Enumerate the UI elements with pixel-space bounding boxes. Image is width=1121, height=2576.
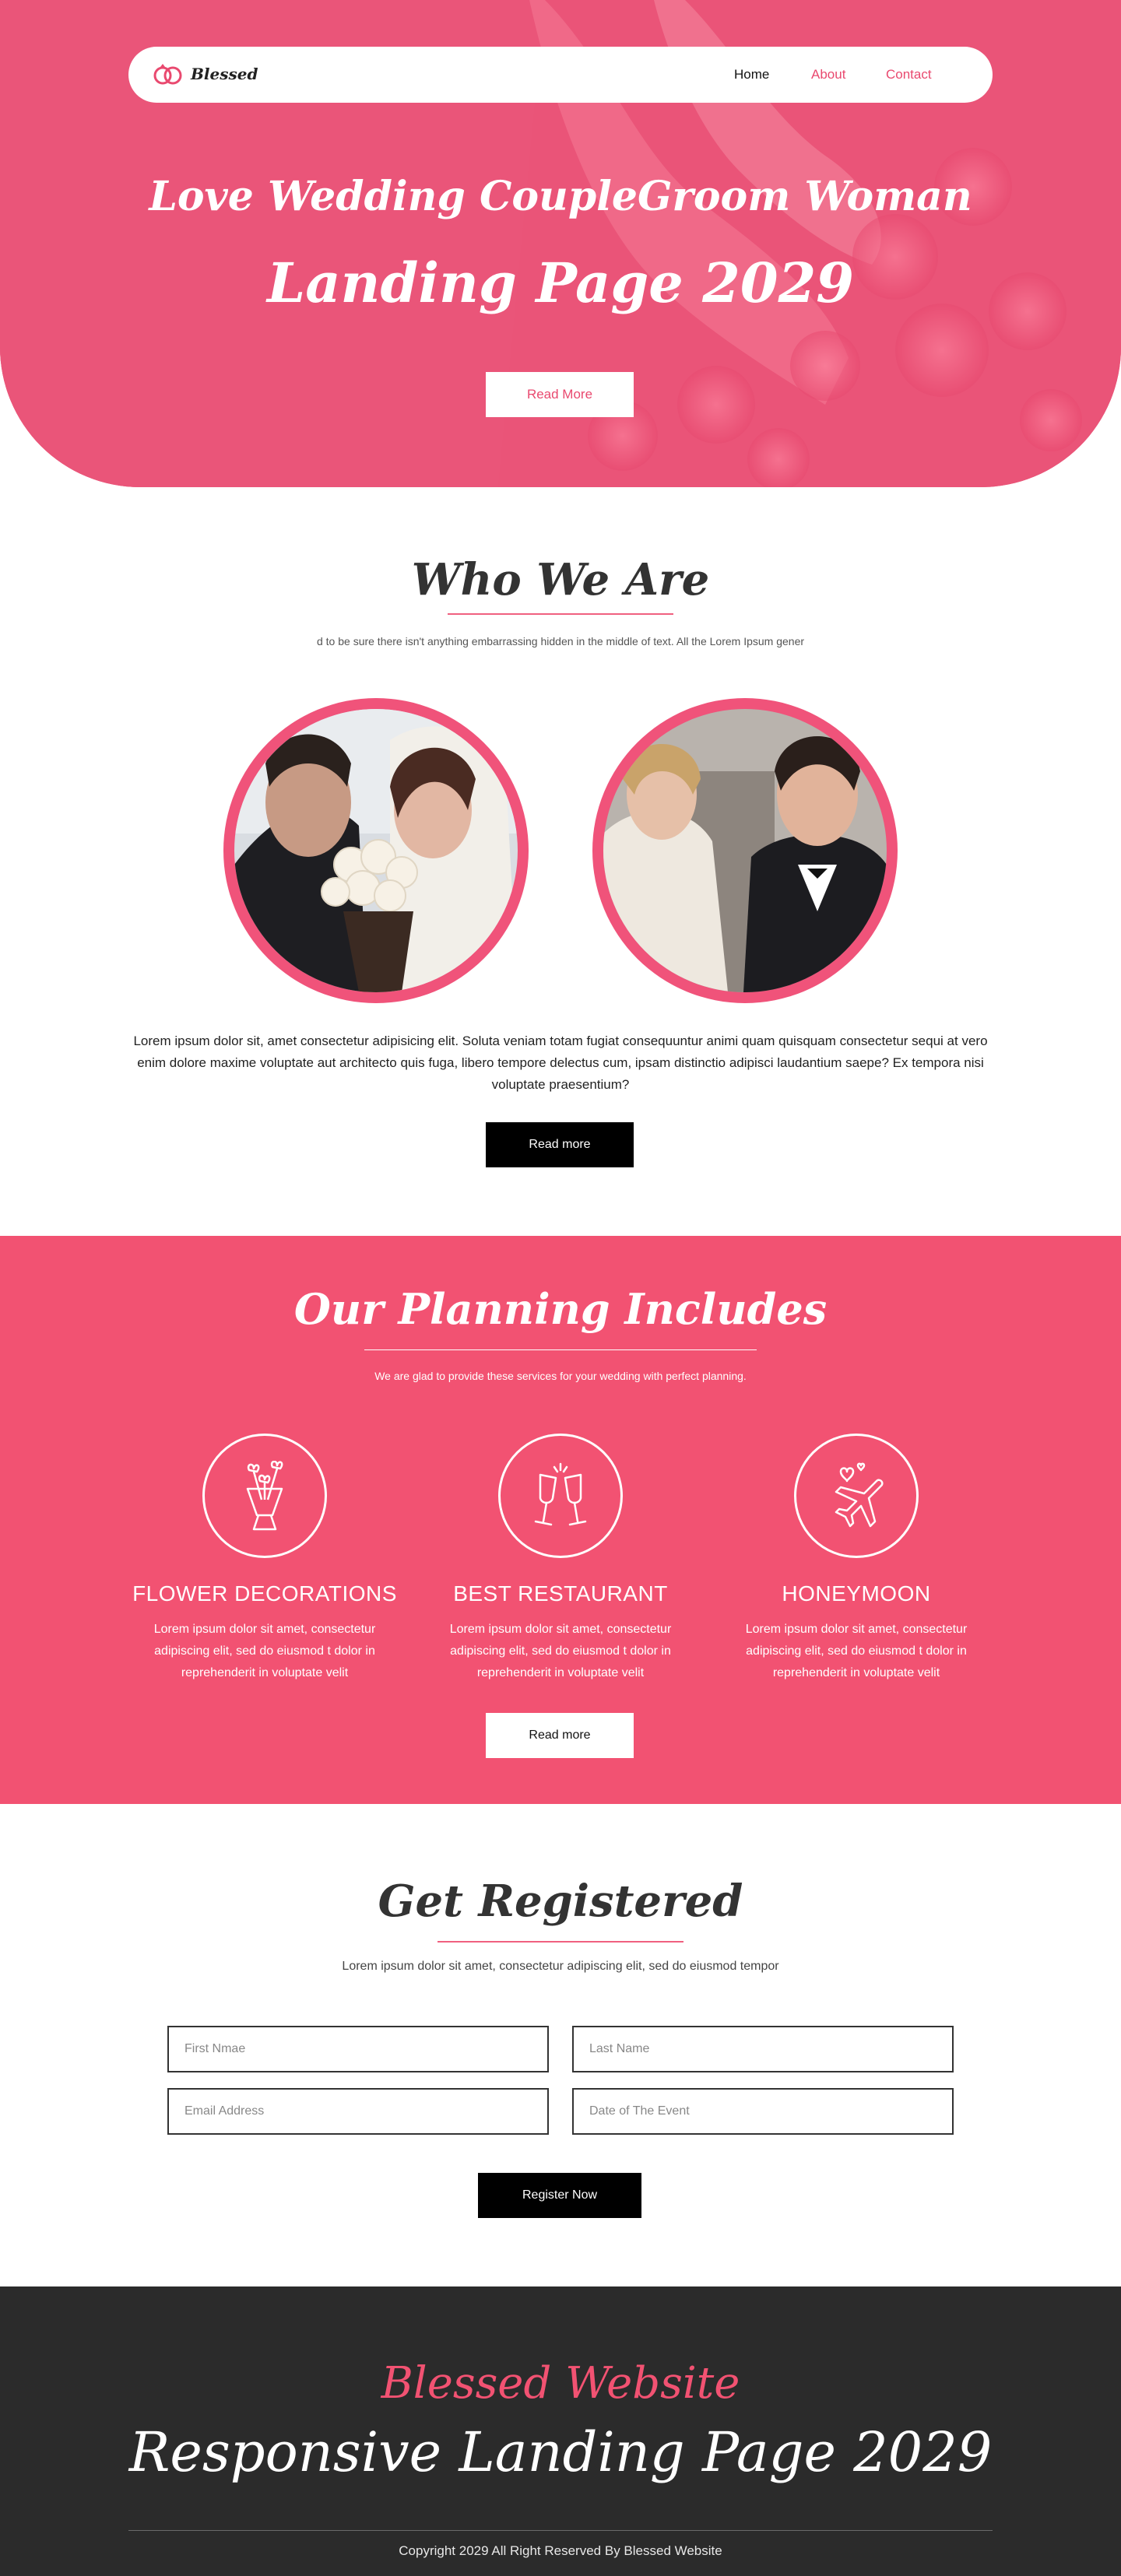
register-title: Get Registered xyxy=(378,1876,743,1927)
service-text: Lorem ipsum dolor sit amet, consectetur … xyxy=(745,1623,968,1679)
bouquet-icon xyxy=(202,1434,327,1558)
couple-photo-2 xyxy=(592,698,898,1003)
hero-section: Blessed Home About Contact Love Wedding … xyxy=(0,0,1121,487)
register-title-underline xyxy=(438,1941,683,1943)
service-title: HONEYMOON xyxy=(782,1581,931,1606)
service-title: BEST RESTAURANT xyxy=(453,1581,668,1606)
about-title: Who We Are xyxy=(411,554,710,605)
first-name-field[interactable] xyxy=(167,2026,549,2072)
footer-title-line1: Blessed Website xyxy=(381,2358,740,2409)
couple-laughing-photo xyxy=(603,709,887,992)
nav-link-about[interactable]: About xyxy=(811,67,845,82)
about-paragraph: Lorem ipsum dolor sit, amet consectetur … xyxy=(133,1034,988,1092)
about-subtitle: d to be sure there isn't anything embarr… xyxy=(316,635,805,648)
champagne-glasses-icon xyxy=(498,1434,623,1558)
last-name-field[interactable] xyxy=(572,2026,954,2072)
planning-section: Our Planning Includes We are glad to pro… xyxy=(0,1236,1121,1804)
planning-title: Our Planning Includes xyxy=(293,1284,828,1334)
event-date-field[interactable] xyxy=(572,2088,954,2135)
service-title: FLOWER DECORATIONS xyxy=(132,1581,397,1606)
nav-link-home[interactable]: Home xyxy=(734,67,769,82)
planning-subtitle: We are glad to provide these services fo… xyxy=(374,1370,747,1382)
register-now-button[interactable]: Register Now xyxy=(478,2173,641,2218)
hero-read-more-button[interactable]: Read More xyxy=(486,372,634,417)
service-text: Lorem ipsum dolor sit amet, consectetur … xyxy=(153,1623,376,1679)
service-card-honeymoon: HONEYMOON Lorem ipsum dolor sit amet, co… xyxy=(716,1434,996,1684)
couple-bouquet-photo xyxy=(234,709,518,992)
hero-title-line1: Love Wedding CoupleGroom Woman xyxy=(149,173,972,220)
brand-logo[interactable]: Blessed xyxy=(152,62,258,86)
service-text: Lorem ipsum dolor sit amet, consectetur … xyxy=(449,1623,672,1679)
couple-photo-1 xyxy=(223,698,529,1003)
airplane-hearts-icon xyxy=(794,1434,919,1558)
planning-title-underline xyxy=(364,1349,757,1350)
service-card-flowers: FLOWER DECORATIONS Lorem ipsum dolor sit… xyxy=(125,1434,405,1684)
planning-read-more-button[interactable]: Read more xyxy=(486,1713,634,1758)
footer-title-line2: Responsive Landing Page 2029 xyxy=(128,2420,993,2484)
footer: Blessed Website Responsive Landing Page … xyxy=(0,2286,1121,2576)
about-read-more-button[interactable]: Read more xyxy=(486,1122,634,1167)
top-navbar: Blessed Home About Contact xyxy=(128,47,993,103)
register-subtitle: Lorem ipsum dolor sit amet, consectetur … xyxy=(342,1960,779,1973)
wedding-rings-icon xyxy=(153,64,182,85)
footer-copyright: Copyright 2029 All Right Reserved By Ble… xyxy=(399,2543,722,2558)
footer-divider xyxy=(128,2530,993,2531)
brand-name: Blessed xyxy=(191,65,258,83)
about-title-underline xyxy=(448,613,673,615)
hero-title-line2: Landing Page 2029 xyxy=(266,251,854,315)
email-field[interactable] xyxy=(167,2088,549,2135)
service-card-restaurant: BEST RESTAURANT Lorem ipsum dolor sit am… xyxy=(420,1434,701,1684)
nav-link-contact[interactable]: Contact xyxy=(886,67,932,82)
